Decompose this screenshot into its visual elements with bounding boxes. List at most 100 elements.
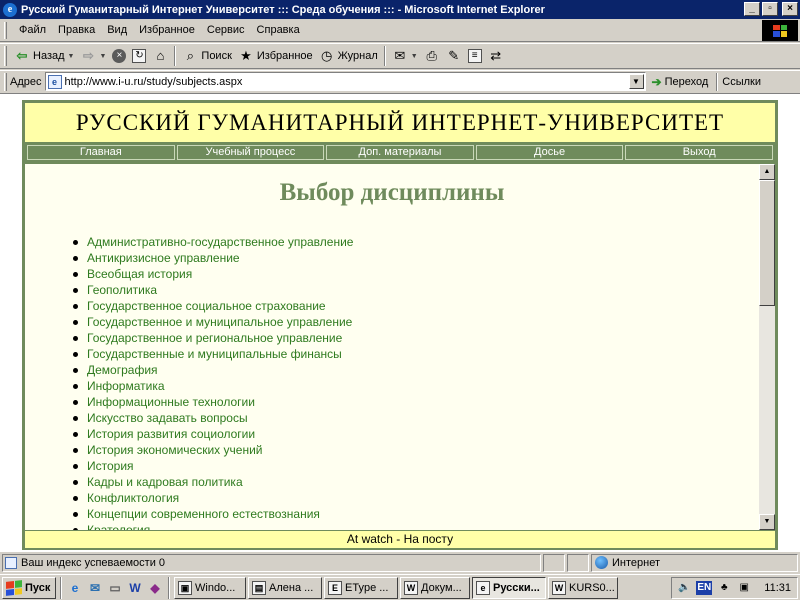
links-button[interactable]: Ссылки (722, 76, 761, 88)
network-icon[interactable]: ▣ (736, 580, 752, 596)
language-indicator[interactable]: EN (696, 580, 713, 595)
task-label: EType ... (345, 581, 389, 594)
back-button[interactable]: ⇦ Назад ▼ (11, 45, 77, 67)
favorites-icon: ★ (240, 48, 252, 63)
task-app-icon: e (476, 580, 490, 595)
word-quicklaunch-icon[interactable]: W (126, 579, 144, 597)
nav-item-extra-materials[interactable]: Доп. материалы (326, 145, 474, 160)
back-dropdown-icon[interactable]: ▼ (68, 53, 75, 60)
taskbar-task-button[interactable]: E EType ... (324, 576, 398, 599)
subject-link[interactable]: Антикризисное управление (72, 250, 353, 266)
subject-link[interactable]: Информационные технологии (72, 394, 353, 410)
desktop-quicklaunch-icon[interactable]: ▭ (106, 579, 124, 597)
menu-edit[interactable]: Правка (52, 24, 101, 36)
close-button[interactable]: × (782, 2, 798, 16)
maximize-button[interactable]: ▫ (762, 2, 778, 16)
subject-link[interactable]: Демография (72, 362, 353, 378)
taskbar-task-button[interactable]: W KURS0... (548, 576, 618, 599)
page-done-icon (5, 556, 17, 569)
go-button[interactable]: ➔ Переход (652, 75, 709, 89)
tray-app-icon[interactable]: ♣ (716, 580, 732, 596)
app-quicklaunch-icon[interactable]: ◆ (146, 579, 164, 597)
outlook-quicklaunch-icon[interactable]: ✉ (86, 579, 104, 597)
clock[interactable]: 11:31 (764, 582, 791, 594)
nav-item-study-process[interactable]: Учебный процесс (176, 145, 325, 160)
nav-item-dossier[interactable]: Досье (475, 145, 624, 160)
nav-item-logout[interactable]: Выход (625, 145, 773, 160)
forward-dropdown-icon[interactable]: ▼ (99, 53, 106, 60)
favorites-button[interactable]: ★ Избранное (235, 45, 316, 67)
history-label: Журнал (337, 50, 378, 62)
window-title-bar[interactable]: e Русский Гуманитарный Интернет Универси… (0, 0, 800, 19)
subject-link[interactable]: Кадры и кадровая политика (72, 474, 353, 490)
subject-link[interactable]: Информатика (72, 378, 353, 394)
volume-icon[interactable]: 🔈 (676, 580, 692, 596)
menu-view[interactable]: Вид (101, 24, 133, 36)
subject-link[interactable]: Конфликтология (72, 490, 353, 506)
scroll-up-button[interactable]: ▲ (759, 164, 775, 180)
home-button[interactable]: ⌂ (149, 45, 171, 67)
menu-bar: Файл Правка Вид Избранное Сервис Справка (0, 19, 800, 42)
discuss-button[interactable]: ≡ (465, 45, 485, 67)
menu-favorites[interactable]: Избранное (133, 24, 201, 36)
scrollbar-thumb[interactable] (759, 180, 775, 306)
site-header: РУССКИЙ ГУМАНИТАРНЫЙ ИНТЕРНЕТ-УНИВЕРСИТЕ… (25, 103, 775, 142)
taskbar-task-button[interactable]: e Русски... (472, 576, 546, 599)
subject-link[interactable]: История развития социологии (72, 426, 353, 442)
stop-button[interactable]: × (109, 45, 129, 67)
start-button[interactable]: Пуск (2, 576, 56, 599)
taskbar-divider (60, 576, 62, 599)
taskbar-task-button[interactable]: W Докум... (400, 576, 470, 599)
mail-dropdown-icon[interactable]: ▼ (411, 53, 418, 60)
vertical-scrollbar[interactable]: ▲ ▼ (759, 164, 775, 530)
subject-link[interactable]: Геополитика (72, 282, 353, 298)
menu-help[interactable]: Справка (251, 24, 306, 36)
address-input[interactable]: e http://www.i-u.ru/study/subjects.aspx … (44, 72, 646, 91)
subject-link[interactable]: Государственные и муниципальные финансы (72, 346, 353, 362)
toolbar-grip[interactable] (4, 46, 7, 66)
toolbar-separator (383, 46, 386, 66)
search-button[interactable]: ⌕ Поиск (179, 45, 234, 67)
subject-link[interactable]: Искусство задавать вопросы (72, 410, 353, 426)
toolbar-grip[interactable] (4, 21, 7, 39)
menu-tools[interactable]: Сервис (201, 24, 251, 36)
stop-icon: × (112, 49, 127, 63)
history-button[interactable]: ◷ Журнал (316, 45, 381, 67)
address-url[interactable]: http://www.i-u.ru/study/subjects.aspx (65, 76, 243, 88)
standard-toolbar: ⇦ Назад ▼ ⇨ ▼ × ↻ ⌂ ⌕ Поиск ★ Избранное … (0, 43, 800, 69)
status-text: Ваш индекс успеваемости 0 (21, 556, 166, 569)
edit-button[interactable]: ✎ (443, 45, 465, 67)
subject-link[interactable]: Государственное и муниципальное управлен… (72, 314, 353, 330)
ie-quicklaunch-icon[interactable]: e (66, 579, 84, 597)
minimize-button[interactable]: _ (744, 2, 760, 16)
subject-link[interactable]: Государственное и региональное управлени… (72, 330, 353, 346)
subject-link[interactable]: История экономических учений (72, 442, 353, 458)
messenger-icon: ⇄ (490, 48, 502, 63)
menu-file[interactable]: Файл (13, 24, 52, 36)
subject-link[interactable]: История (72, 458, 353, 474)
discuss-icon: ≡ (467, 49, 482, 63)
subject-link[interactable]: Всеобщая история (72, 266, 353, 282)
scroll-down-button[interactable]: ▼ (759, 514, 775, 530)
refresh-button[interactable]: ↻ (129, 45, 149, 67)
address-dropdown-button[interactable]: ▼ (628, 74, 644, 89)
status-progress-pane (543, 553, 565, 572)
nav-item-home[interactable]: Главная (27, 145, 175, 160)
forward-button[interactable]: ⇨ ▼ (77, 45, 109, 67)
task-app-icon: W (404, 580, 418, 595)
subject-link[interactable]: Государственное социальное страхование (72, 298, 353, 314)
taskbar-task-button[interactable]: ▤ Алена ... (248, 576, 322, 599)
subject-link[interactable]: Кратология (72, 522, 353, 530)
messenger-button[interactable]: ⇄ (485, 45, 507, 67)
refresh-icon: ↻ (132, 49, 147, 63)
history-icon: ◷ (320, 48, 333, 63)
status-bar: Ваш индекс успеваемости 0 Интернет (0, 551, 800, 573)
mail-button[interactable]: ✉ ▼ (389, 45, 421, 67)
print-button[interactable]: ⎙ (421, 45, 443, 67)
taskbar-task-button[interactable]: ▣ Windo... (174, 576, 246, 599)
system-tray: 🔈 EN ♣ ▣ 11:31 (671, 576, 798, 599)
task-label: Русски... (493, 581, 540, 594)
toolbar-grip[interactable] (4, 72, 7, 91)
subject-link[interactable]: Административно-государственное управлен… (72, 234, 353, 250)
subject-link[interactable]: Концепции современного естествознания (72, 506, 353, 522)
